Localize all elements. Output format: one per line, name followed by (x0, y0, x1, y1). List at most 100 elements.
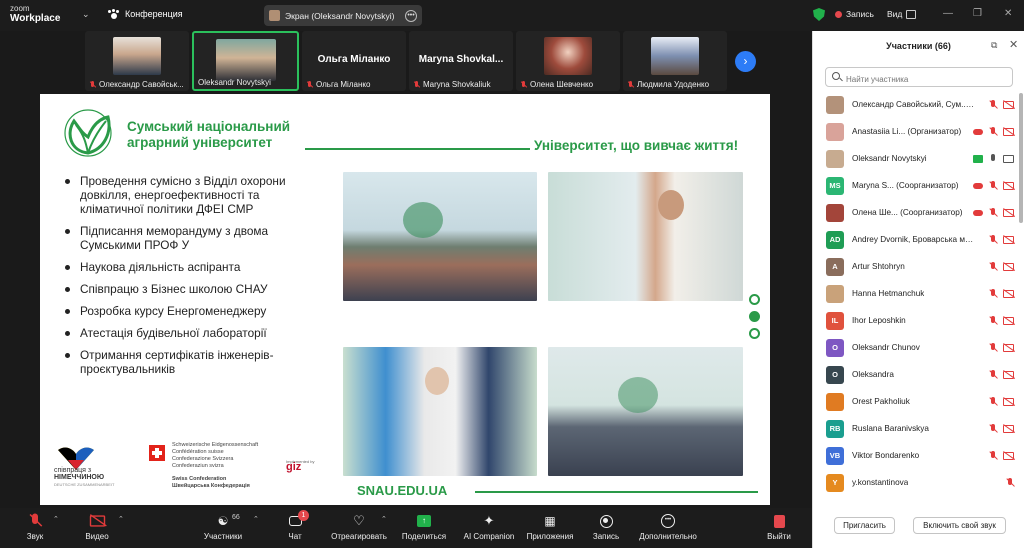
video-off-icon (1003, 452, 1014, 460)
avatar (826, 392, 844, 411)
event-photo-group (343, 172, 537, 301)
participants-button[interactable]: ☯ Участники (198, 511, 248, 541)
site-url: SNAU.EDU.UA (357, 483, 448, 498)
event-photo-memorandum (343, 347, 537, 476)
meeting-info[interactable]: Конференция (108, 9, 183, 19)
mic-off-icon (29, 513, 41, 529)
participant-status (973, 181, 1014, 191)
list-item: Проведення сумісно з Відділ охорони довк… (63, 174, 303, 216)
mic-off-icon (627, 80, 634, 89)
next-page-chevron-icon[interactable]: › (735, 51, 756, 72)
ai-companion-button[interactable]: ✦ AI Companion (460, 511, 518, 541)
participant-row[interactable]: IL Ihor Leposhkin (813, 307, 1018, 334)
paw-icon (108, 9, 120, 19)
event-photo-group-2 (548, 347, 743, 476)
people-icon: ☯ (217, 514, 229, 528)
participant-name: Oleksandra (852, 370, 894, 379)
record-indicator[interactable]: Запись (835, 9, 874, 19)
participant-row[interactable]: O Oleksandr Chunov (813, 334, 1018, 361)
thumbnail-tile[interactable]: Ольга Міланко Ольга Міланко (302, 31, 406, 91)
app-menu-chevron-icon[interactable]: ⌄ (82, 9, 90, 20)
participant-photo (113, 37, 161, 75)
audio-options-chevron-icon[interactable]: ⌃ (53, 515, 59, 523)
sharer-avatar (269, 10, 280, 21)
avatar: O (826, 338, 844, 357)
avatar: VB (826, 446, 844, 465)
pagination-dot (749, 294, 760, 305)
minimize-icon[interactable]: — (943, 8, 953, 19)
close-panel-icon[interactable]: ✕ (1009, 38, 1018, 51)
screen-share-chip[interactable]: Экран (Oleksandr Novytskyi) ••• (264, 5, 422, 26)
mic-off-icon (1006, 478, 1014, 488)
participant-row[interactable]: Orest Pakholiuk (813, 388, 1018, 415)
mic-off-icon (989, 127, 997, 137)
avatar (826, 284, 844, 303)
list-item: Підписання меморандуму з двома Сумськими… (63, 224, 303, 252)
participant-photo (544, 37, 592, 75)
screen-share-label: Экран (Oleksandr Novytskyi) (285, 10, 395, 21)
video-options-chevron-icon[interactable]: ⌃ (118, 515, 124, 523)
participant-list-scrollbar[interactable] (1019, 93, 1023, 223)
share-button[interactable]: ↑ Поделиться (398, 511, 450, 541)
leave-button[interactable]: Выйти (764, 511, 794, 541)
participant-row[interactable]: Anastasiia Li... (Организатор) (813, 118, 1018, 145)
avatar: IL (826, 311, 844, 330)
meeting-title: Конференция (125, 9, 183, 19)
invite-button[interactable]: Пригласить (834, 517, 895, 534)
participant-row[interactable]: A Artur Shtohryn (813, 253, 1018, 280)
avatar: AD (826, 230, 844, 249)
participant-status (989, 289, 1014, 299)
participant-row[interactable]: Олександр Савойський, Сум... (Я) (813, 91, 1018, 118)
more-button[interactable]: ••• Дополнительно (636, 511, 700, 541)
mic-icon (989, 154, 997, 164)
participant-row[interactable]: MS Maryna S... (Соорганизатор) (813, 172, 1018, 199)
apps-grid-icon: ▦ (544, 514, 556, 528)
maximize-icon[interactable]: ❐ (973, 8, 982, 19)
thumbnail-tile[interactable]: Олена Шевченко (516, 31, 620, 91)
participants-panel: Участники (66) ⧉ ✕ Олександр Савойський,… (812, 31, 1024, 548)
cloud-record-icon (973, 210, 983, 216)
list-item: Розробка курсу Енергоменеджеру (63, 304, 303, 318)
participant-row[interactable]: O Oleksandra (813, 361, 1018, 388)
participant-search-input[interactable] (825, 67, 1013, 87)
participants-options-chevron-icon[interactable]: ⌃ (253, 515, 259, 523)
audio-button[interactable]: Звук (20, 511, 50, 541)
avatar: O (826, 365, 844, 384)
mic-off-icon (306, 80, 313, 89)
mic-off-icon (989, 343, 997, 353)
participant-row[interactable]: Oleksandr Novytskyi (813, 145, 1018, 172)
thumbnail-tile[interactable]: Олександр Савойськ... (85, 31, 189, 91)
apps-button[interactable]: ▦ Приложения (522, 511, 578, 541)
security-shield-icon[interactable] (813, 8, 825, 21)
participant-row[interactable]: AD Andrey Dvornik, Броварська міська ... (813, 226, 1018, 253)
sparkle-icon: ✦ (483, 513, 495, 528)
participant-row[interactable]: VB Viktor Bondarenko (813, 442, 1018, 469)
heart-react-icon: ♡ (353, 513, 365, 528)
participant-name: Ruslana Baranivskya (852, 424, 929, 433)
thumbnail-tile[interactable]: Людмила Удоденко (623, 31, 727, 91)
participant-name: Andrey Dvornik, Броварська міська ... (852, 235, 974, 244)
participant-row[interactable]: Yy.konstantinova (813, 469, 1018, 496)
more-options-icon[interactable]: ••• (405, 9, 417, 22)
list-item: Наукова діяльність аспіранта (63, 260, 303, 274)
swiss-flag-icon (149, 445, 165, 461)
avatar: A (826, 257, 844, 276)
view-layout-icon (906, 9, 917, 19)
participant-row[interactable]: Олена Ше... (Соорганизатор) (813, 199, 1018, 226)
participant-name: Orest Pakholiuk (852, 397, 910, 406)
view-button[interactable]: Вид (887, 9, 917, 19)
video-button[interactable]: Видео (80, 511, 114, 541)
close-window-icon[interactable]: ✕ (1004, 8, 1012, 19)
react-options-chevron-icon[interactable]: ⌃ (381, 515, 387, 523)
mic-off-icon (89, 80, 96, 89)
thumbnail-tile[interactable]: Maryna Shovkal... Maryna Shovkaliuk (409, 31, 513, 91)
participant-name: Anastasiia Li... (Организатор) (852, 127, 962, 136)
participant-row[interactable]: RB Ruslana Baranivskya (813, 415, 1018, 442)
unmute-self-button[interactable]: Включить свой звук (913, 517, 1006, 534)
participant-row[interactable]: Hanna Hetmanchuk (813, 280, 1018, 307)
record-button[interactable]: Запись (588, 511, 624, 541)
thumbnail-tile-active[interactable]: Oleksandr Novytskyi (192, 31, 299, 91)
popout-icon[interactable]: ⧉ (991, 40, 997, 51)
react-button[interactable]: ♡ Отреагировать (330, 511, 388, 541)
university-motto: Університет, що вивчає життя! (534, 138, 739, 153)
